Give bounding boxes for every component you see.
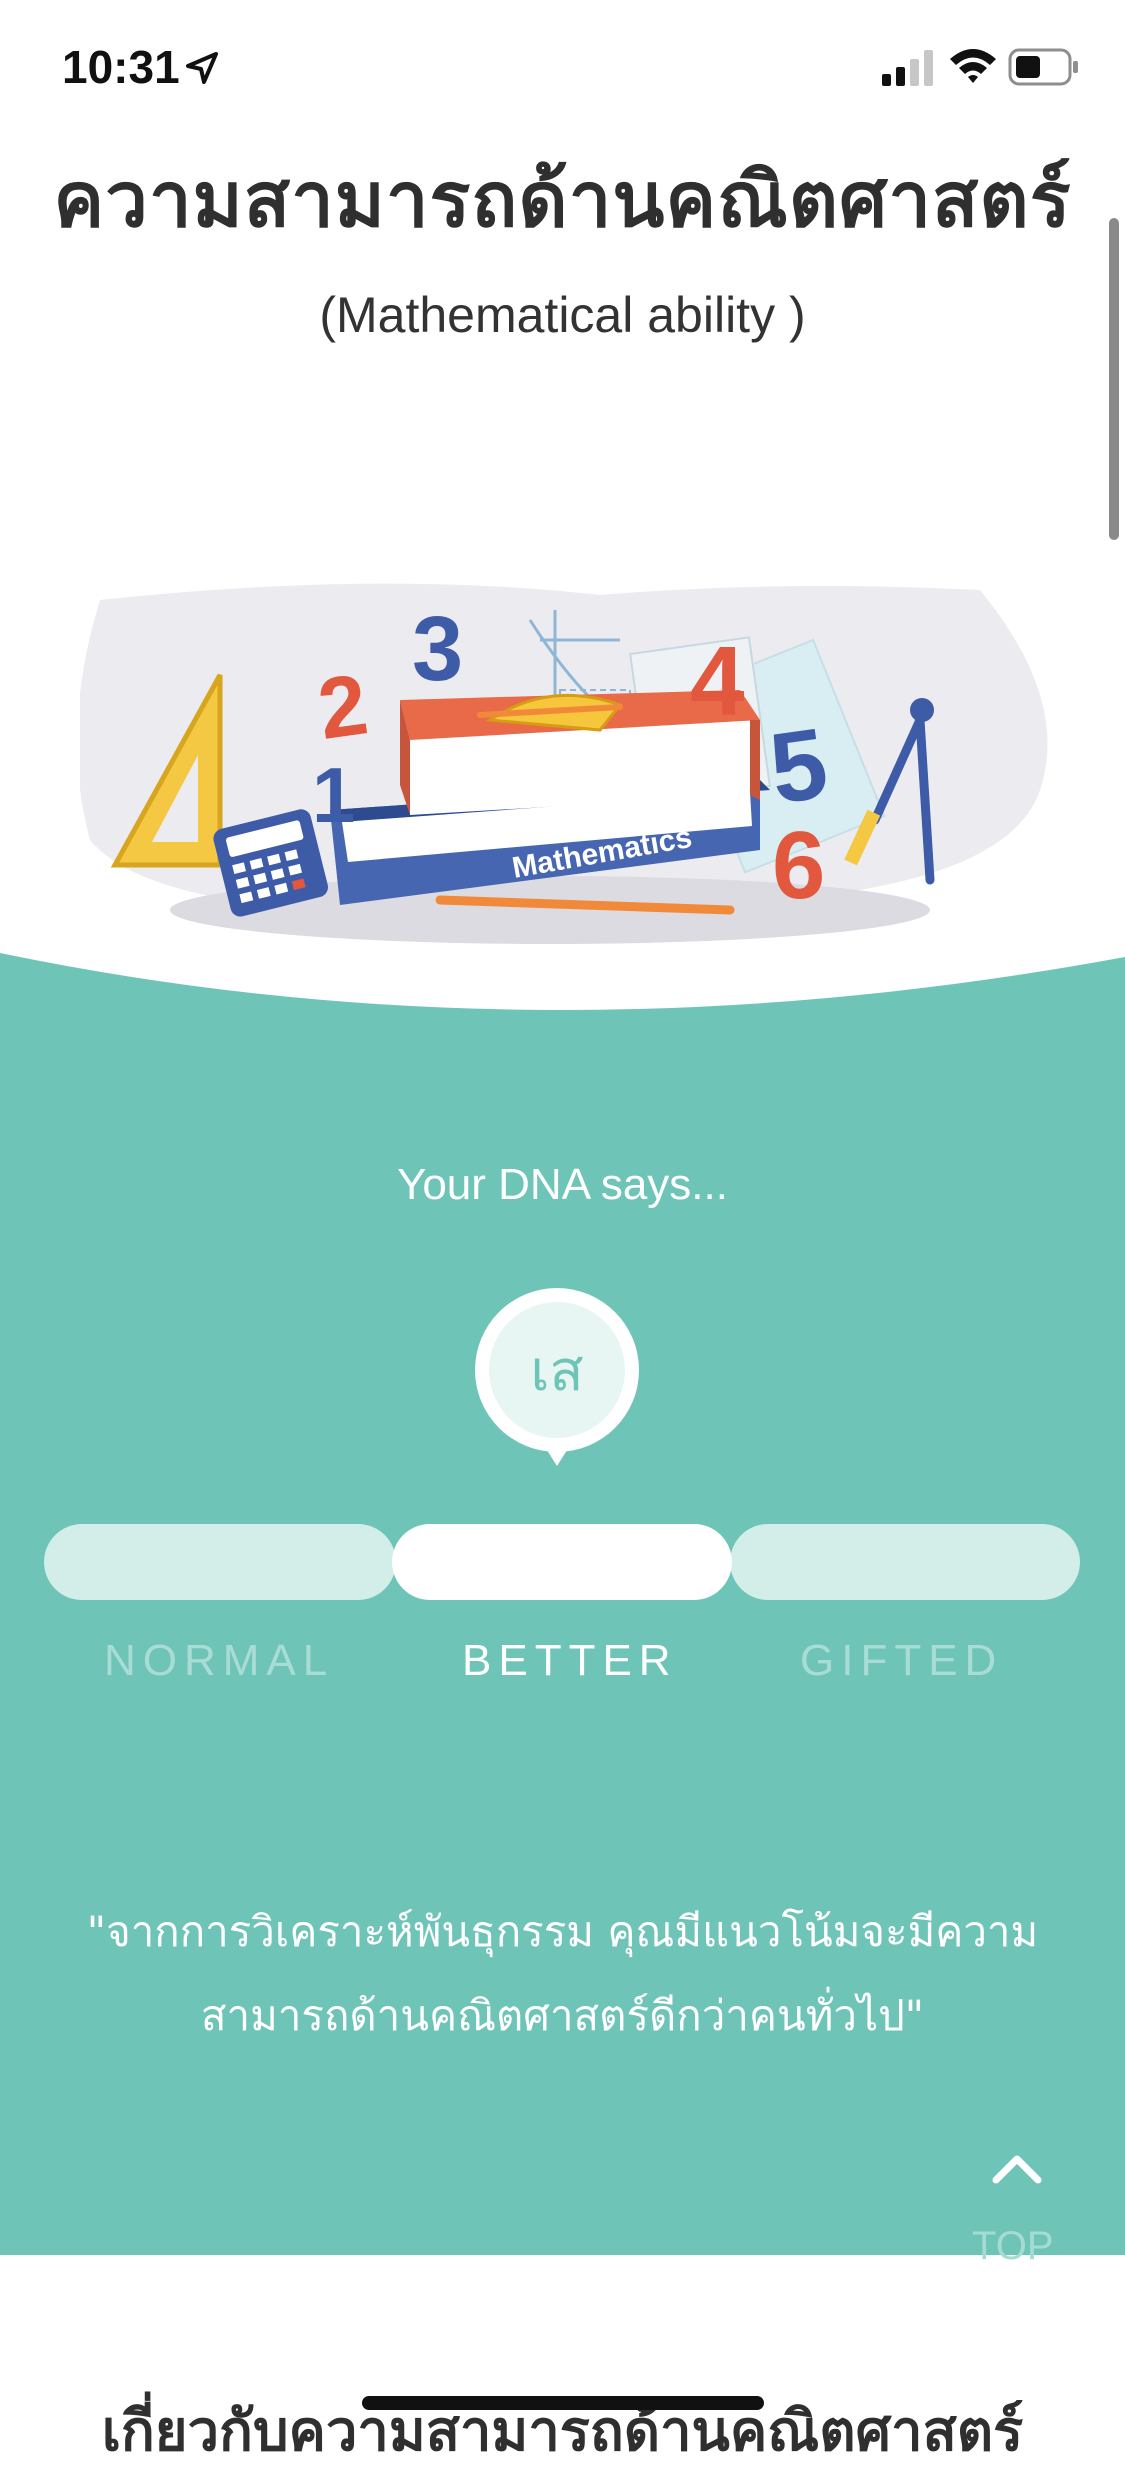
level-label-gifted: GIFTED [800, 1636, 1004, 1685]
home-indicator[interactable] [362, 2396, 764, 2410]
status-bar: 10:31 [0, 0, 1125, 140]
level-bar-gifted [730, 1524, 1080, 1600]
scroll-top-label: TOP [972, 2224, 1054, 2268]
math-illustration: Mathematics 1 2 3 4 5 6 [80, 583, 1048, 944]
marker-circle: เส [475, 1288, 639, 1452]
marker-text: เส [489, 1302, 625, 1438]
cellular-signal-icon [882, 50, 933, 86]
number-1: 1 [312, 751, 355, 839]
result-quote: "จากการวิเคราะห์พันธุกรรม คุณมีแนวโน้มจะ… [86, 1907, 1039, 2040]
result-section [0, 945, 1125, 2255]
location-arrow-icon [186, 52, 218, 84]
dna-label: Your DNA says... [397, 1160, 728, 1209]
level-label-better: BETTER [462, 1636, 678, 1685]
level-label-normal: NORMAL [104, 1636, 335, 1685]
scrollbar[interactable] [1109, 218, 1119, 540]
page-subtitle: (Mathematical ability ) [319, 287, 806, 343]
status-time: 10:31 [62, 41, 180, 93]
level-bar-normal [44, 1524, 396, 1600]
wifi-icon [950, 49, 996, 83]
number-6: 6 [772, 812, 825, 919]
number-3: 3 [412, 598, 463, 700]
battery-icon [1008, 48, 1078, 86]
chevron-up-icon [992, 2155, 1042, 2184]
page-title: ความสามารถด้านคณิตศาสตร์ [53, 155, 1072, 244]
number-4: 4 [690, 626, 745, 736]
result-marker: เส [475, 1288, 639, 1478]
level-bar-better [392, 1524, 732, 1600]
scroll-top-button[interactable]: TOP [960, 2120, 1072, 2270]
